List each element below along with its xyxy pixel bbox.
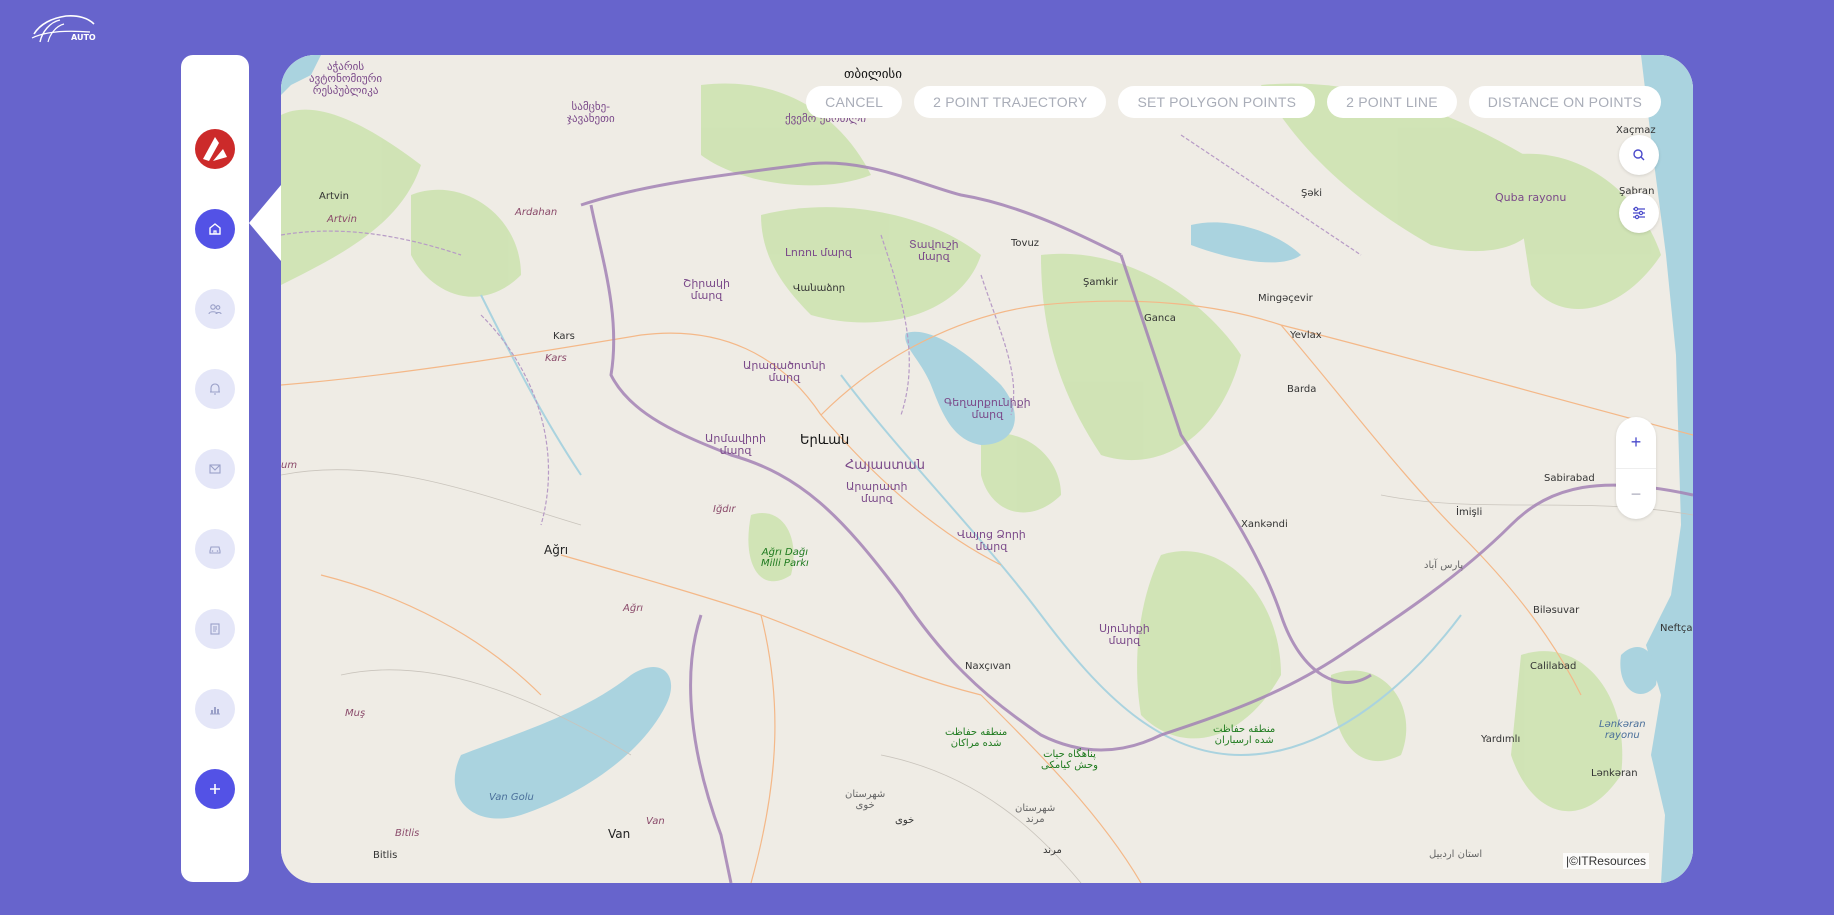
cancel-button[interactable]: CANCEL — [806, 86, 903, 118]
place-label: Ağrı — [544, 543, 569, 557]
place-label: Tovuz — [1011, 238, 1040, 249]
plus-icon — [210, 784, 220, 794]
map-tiles — [281, 55, 1693, 883]
place-label: Սյունիքի մարզ — [1099, 622, 1150, 647]
map-toolbar: CANCEL 2 POINT TRAJECTORY SET POLYGON PO… — [806, 86, 1661, 118]
avatar[interactable] — [195, 129, 235, 169]
place-label: خوی — [895, 815, 915, 826]
place-label: Գեղարքունիքի մարզ — [944, 396, 1031, 421]
place-label: Արարատի մարզ — [846, 480, 908, 505]
place-label: თბილისი — [844, 67, 902, 82]
place-label: پارس آباد — [1424, 560, 1464, 571]
place-label: Artvin — [319, 191, 349, 202]
place-label: Neftça — [1660, 623, 1693, 634]
place-label: Van — [646, 816, 665, 827]
bell-icon — [210, 383, 220, 395]
logo-text: AUTO — [71, 33, 96, 42]
place-label: Van — [608, 827, 631, 841]
place-label: Şəki — [1301, 188, 1323, 199]
place-label: Ardahan — [515, 207, 558, 218]
bar-chart-icon — [210, 707, 220, 715]
place-label: Naxçıvan — [965, 661, 1012, 672]
map-search-button[interactable] — [1619, 135, 1659, 175]
users-icon — [208, 304, 222, 315]
home-icon — [209, 223, 221, 235]
place-label: Kars — [553, 331, 575, 342]
sliders-icon — [1633, 206, 1645, 220]
zoom-out-button[interactable]: − — [1616, 468, 1656, 520]
place-label: Հայաստան — [845, 458, 925, 473]
place-label: Տավուշի մարզ — [909, 238, 959, 263]
map-filter-button[interactable] — [1619, 193, 1659, 233]
place-label: شهرستان خوی — [845, 789, 886, 811]
sidebar-item-users[interactable] — [195, 289, 235, 329]
car-icon — [209, 546, 221, 554]
sidebar-item-vehicles[interactable] — [195, 529, 235, 569]
place-label: Şamkir — [1083, 277, 1118, 288]
search-icon — [1633, 149, 1645, 161]
place-label: Արմավիրի մարզ — [705, 432, 766, 457]
sidebar-item-notifications[interactable] — [195, 369, 235, 409]
sidebar-item-messages[interactable] — [195, 449, 235, 489]
zoom-in-button[interactable]: + — [1616, 417, 1656, 468]
place-label: Bitlis — [395, 828, 420, 839]
place-label: Barda — [1287, 384, 1317, 395]
place-label: Yardımlı — [1481, 734, 1521, 745]
two-point-trajectory-button[interactable]: 2 POINT TRAJECTORY — [914, 86, 1107, 118]
place-label: مرند — [1043, 845, 1062, 856]
place-label: Quba rayonu — [1495, 191, 1567, 204]
place-label: სამცხე- ჯავახეთი — [567, 100, 615, 125]
place-label: Lənkəran — [1591, 768, 1638, 779]
mail-icon — [209, 464, 221, 474]
place-label: Mingəçevir — [1258, 293, 1313, 304]
place-label: Sabirabad — [1544, 473, 1595, 484]
user-avatar-icon — [203, 137, 227, 161]
place-label: Երևան — [800, 433, 850, 448]
place-label: Bitlis — [373, 850, 398, 861]
place-label: Վանաձոր — [793, 283, 846, 294]
place-label: Van Golu — [489, 792, 534, 803]
place-label: um — [281, 460, 298, 471]
place-label: Վայոց Ձորի մարզ — [957, 528, 1026, 553]
place-label: İmişli — [1456, 507, 1483, 518]
place-label: Շիրակի մարզ — [683, 277, 730, 302]
place-label: Iğdır — [713, 504, 736, 515]
place-label: Լոռու մարզ — [785, 246, 852, 259]
place-label: Արագածոտնի մարզ — [743, 359, 826, 384]
place-label: Kars — [545, 353, 567, 364]
document-icon — [210, 623, 220, 635]
place-label: Yevlax — [1290, 330, 1322, 341]
add-button[interactable] — [195, 769, 235, 809]
place-label: აჭარის ავტონომიური რესპუბლიკა — [309, 60, 383, 97]
place-label: Ağrı Dağı Milli Parkı — [761, 547, 809, 569]
place-label: Xankəndi — [1241, 519, 1288, 530]
place-label: Ağrı — [623, 603, 644, 614]
place-label: استان اردبیل — [1429, 849, 1483, 860]
map-attribution: |©ITResources — [1563, 853, 1649, 869]
sidebar-item-reports[interactable] — [195, 689, 235, 729]
sidebar-item-home[interactable] — [195, 209, 235, 249]
map-view[interactable]: თბილისი აჭარის ავტონომიური რესპუბლიკა სა… — [281, 55, 1693, 883]
place-label: Muş — [345, 708, 366, 719]
place-label: Biləsuvar — [1533, 605, 1580, 616]
sidebar-item-documents[interactable] — [195, 609, 235, 649]
place-label: Calilabad — [1530, 661, 1577, 672]
place-label: پناهگاه حیات وحش کیامکی — [1041, 749, 1098, 771]
place-label: Lənkəran rayonu — [1599, 719, 1646, 741]
sidebar — [181, 55, 249, 882]
place-label: شهرستان مرند — [1015, 803, 1056, 825]
place-label: منطقه حفاظت شده مراکان — [945, 727, 1008, 749]
place-label: Ganca — [1144, 313, 1176, 324]
place-label: Artvin — [327, 214, 357, 225]
set-polygon-points-button[interactable]: SET POLYGON POINTS — [1118, 86, 1316, 118]
sidebar-active-pointer — [249, 185, 281, 261]
two-point-line-button[interactable]: 2 POINT LINE — [1327, 86, 1457, 118]
distance-on-points-button[interactable]: DISTANCE ON POINTS — [1468, 86, 1661, 118]
place-label: منطقه حفاظت شده ارسباران — [1213, 724, 1276, 746]
zoom-control: + − — [1616, 417, 1656, 519]
